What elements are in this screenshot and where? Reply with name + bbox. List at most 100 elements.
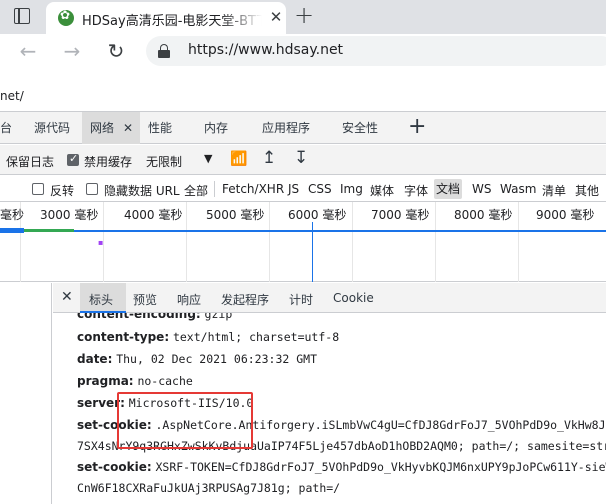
grid-line [435,202,436,282]
header-row: date: Thu, 02 Dec 2021 06:23:32 GMT [77,352,317,366]
devtools-panel-tabs: 台 源代码 网络 ✕ 性能 内存 应用程序 安全性 + [0,112,606,144]
throttle-select[interactable]: 无限制 [146,153,182,170]
tab-preview[interactable]: 预览 [133,291,157,308]
back-button[interactable]: ← [16,40,40,64]
browser-tab-active[interactable]: HDSay高清乐园-电影天堂-BT下载 ✕ [46,2,286,34]
hide-data-url-label[interactable]: 隐藏数据 URL [104,182,180,199]
export-har-icon[interactable]: ↧ [294,148,308,168]
timeline-tick: 4000 毫秒 [124,208,183,222]
timeline-tick: 5000 毫秒 [206,208,265,222]
add-panel-button[interactable]: + [408,113,426,141]
filter-divider [214,181,215,197]
tab-network-label: 网络 [90,121,115,135]
close-icon[interactable]: ✕ [123,112,133,144]
tab-cookies[interactable]: Cookie [333,291,374,305]
invert-label[interactable]: 反转 [50,182,74,199]
close-icon[interactable]: ✕ [61,289,73,305]
inspected-page-bar: net/ [0,72,606,112]
reload-button[interactable]: ↻ [104,40,128,64]
timeline-tick: 7000 毫秒 [371,208,430,222]
disable-cache-label[interactable]: 禁用缓存 [84,153,132,170]
filter-other[interactable]: 其他 [575,182,599,199]
timeline-request-bar [24,229,74,232]
request-detail-tabs: ✕ 标头 预览 响应 发起程序 计时 Cookie [53,283,606,313]
tab-security[interactable]: 安全性 [342,112,378,144]
header-row: set-cookie: XSRF-TOKEN=CfDJ8GdrFoJ7_5VOh… [77,460,606,474]
header-name: pragma: [77,374,134,388]
header-name: date: [77,352,113,366]
grid-line [518,202,519,282]
tab-performance[interactable]: 性能 [148,112,172,144]
header-value-continued: CnW6F18CXRaFuJkUAj3RPUSAg7J81g; path=/ [77,481,341,495]
tab-initiator[interactable]: 发起程序 [221,291,269,308]
request-list[interactable] [0,283,52,504]
tab-memory[interactable]: 内存 [204,112,228,144]
preserve-log-label[interactable]: 保留日志 [6,153,54,170]
header-name: set-cookie: [77,460,152,474]
timeline-tick: 毫秒 [0,208,25,222]
highlight-annotation-box [117,392,253,449]
filter-doc[interactable]: 文档 [434,179,463,199]
header-value: text/html; charset=utf-8 [172,330,340,344]
browser-tab-strip: HDSay高清乐园-电影天堂-BT下载 ✕ + [0,0,606,34]
new-tab-button[interactable]: + [292,3,316,28]
tab-network[interactable]: 网络 ✕ [82,112,140,144]
chevron-down-icon[interactable]: ▼ [204,152,212,165]
header-value: XSRF-TOKEN=CfDJ8GdrFoJ7_5VOhPdD9o_VkHyvb… [155,460,606,474]
timeline-tick: 8000 毫秒 [454,208,513,222]
timeline-tick: 9000 毫秒 [536,208,595,222]
network-toolbar: 保留日志 禁用缓存 无限制 ▼ 📶 ↥ ↧ [0,145,606,175]
timeline-tick: 6000 毫秒 [288,208,347,222]
filter-ws[interactable]: WS [472,182,491,196]
address-url[interactable]: https://www.hdsay.net [188,42,343,58]
filter-all[interactable]: 全部 [184,182,208,199]
filter-css[interactable]: CSS [308,182,332,196]
filter-fetch-xhr[interactable]: Fetch/XHR [222,182,284,196]
header-value: no-cache [137,374,193,388]
header-value: gzip [204,313,233,321]
network-overview-timeline[interactable]: 毫秒 3000 毫秒 4000 毫秒 5000 毫秒 6000 毫秒 7000 … [0,202,606,282]
hide-data-url-checkbox[interactable] [86,183,98,195]
grid-line [269,202,270,282]
forward-button[interactable]: → [60,40,84,64]
invert-checkbox[interactable] [32,183,44,195]
timeline-tick: 3000 毫秒 [40,208,99,222]
timeline-request-bar [0,230,606,232]
header-row: pragma: no-cache [77,374,193,388]
header-row: content-encoding: gzip [77,313,232,321]
filter-js[interactable]: JS [288,182,299,196]
tab-sources[interactable]: 源代码 [34,112,70,144]
tab-headers[interactable]: 标头 [89,291,113,308]
tab-response[interactable]: 响应 [177,291,201,308]
timeline-request-bar [0,228,24,233]
timeline-event-marker: ▪ [98,238,104,247]
header-value: Thu, 02 Dec 2021 06:23:32 GMT [116,352,317,366]
network-filter-bar: 反转 隐藏数据 URL 全部 Fetch/XHR JS CSS Img 媒体 字… [0,176,606,202]
filter-media[interactable]: 媒体 [370,182,394,199]
grid-line [352,202,353,282]
header-row: content-type: text/html; charset=utf-8 [77,330,339,344]
tab-close-icon[interactable]: ✕ [268,8,284,26]
timeline-load-marker [312,222,313,282]
site-favicon-icon [58,8,74,26]
import-har-icon[interactable]: ↥ [262,148,276,168]
header-name: content-encoding: [77,313,201,321]
inspected-url: net/ [0,89,24,103]
browser-toolbar: ← → ↻ https://www.hdsay.net [0,34,606,72]
tab-timing[interactable]: 计时 [289,291,313,308]
filter-font[interactable]: 字体 [404,182,428,199]
address-bar[interactable]: https://www.hdsay.net [146,36,606,66]
tab-console[interactable]: 台 [0,112,12,144]
tab-application[interactable]: 应用程序 [262,112,310,144]
filter-img[interactable]: Img [340,182,363,196]
lock-icon[interactable] [158,44,170,58]
tab-title: HDSay高清乐园-电影天堂-BT下载 [82,14,262,29]
tab-actions-icon[interactable] [14,8,30,24]
filter-manifest[interactable]: 清单 [542,182,566,199]
disable-cache-checkbox[interactable] [67,152,79,166]
header-name: content-type: [77,330,170,344]
grid-line [186,202,187,282]
response-headers-pane: content-encoding: gzip content-type: tex… [53,313,606,504]
network-conditions-icon[interactable]: 📶 [230,151,247,167]
filter-wasm[interactable]: Wasm [500,182,536,196]
